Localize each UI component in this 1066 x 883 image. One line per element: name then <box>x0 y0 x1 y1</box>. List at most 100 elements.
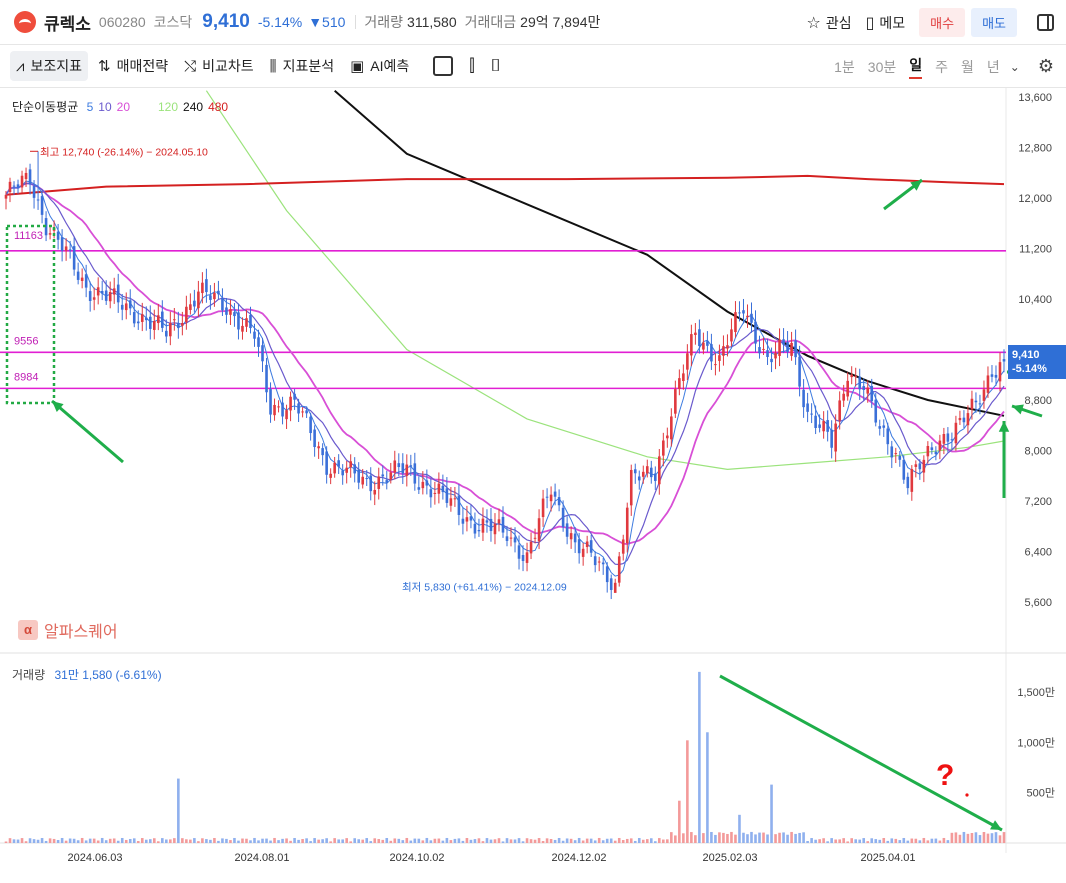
ai-forecast-button[interactable]: ▣ AI예측 <box>344 51 415 81</box>
stock-code: 060280 <box>98 14 146 30</box>
volume-bar <box>20 838 24 843</box>
period-week[interactable]: 주 <box>935 57 948 77</box>
strategy-button[interactable]: ⇅ 매매전략 <box>92 51 174 81</box>
candle-body <box>770 358 773 363</box>
candle-body <box>144 317 148 321</box>
candle-body <box>469 516 473 521</box>
volume-bar <box>862 838 866 843</box>
change-percent: -5.14% <box>257 14 303 30</box>
change-amount: ▼510 <box>308 14 346 30</box>
volume-bar <box>32 839 36 843</box>
volume-bar <box>281 838 284 843</box>
candle-body <box>658 456 661 485</box>
volume-bar <box>497 838 501 843</box>
candle-body <box>830 429 833 448</box>
volume-bar <box>237 840 240 843</box>
volume-bar <box>738 814 741 843</box>
candle-body <box>329 473 332 478</box>
analysis-label: 지표분석 <box>282 58 335 74</box>
candle-body <box>321 448 324 456</box>
volume-bar <box>217 840 220 843</box>
candle-body <box>718 355 721 361</box>
star-icon: ☆ <box>806 14 821 32</box>
volume-bar <box>906 840 910 843</box>
candle-body <box>393 460 397 473</box>
amount-label: 거래대금 <box>464 14 517 30</box>
candle-body <box>625 507 629 544</box>
level-label: 11163 <box>14 230 43 242</box>
volume-bar <box>898 840 902 843</box>
volume-bar <box>1002 832 1006 843</box>
period-30min[interactable]: 30분 <box>868 57 896 77</box>
volume-bar <box>698 671 701 843</box>
volume-bar <box>654 841 657 843</box>
buy-button[interactable]: 매수 <box>919 8 966 37</box>
volume-bar <box>189 839 192 843</box>
candle-body <box>189 304 192 310</box>
volume-bar <box>974 832 978 843</box>
candle-body <box>581 548 585 557</box>
candle-body <box>601 562 605 565</box>
x-tick-label: 2024.06.03 <box>67 852 122 864</box>
volume-bar <box>453 838 457 843</box>
ma-legend-item: 120 <box>158 100 179 114</box>
candle-body <box>76 271 80 280</box>
volume-bar <box>593 840 597 843</box>
memo-button[interactable]: ▯ 메모 <box>866 13 906 33</box>
volume-bar <box>309 841 312 843</box>
volume-bar <box>629 838 633 843</box>
indicator-icon: ⩘ <box>16 57 25 75</box>
period-year[interactable]: 년 <box>987 57 1000 77</box>
volume-bar <box>341 839 344 843</box>
x-tick-label: 2024.08.01 <box>234 852 289 864</box>
volume-bar <box>265 838 268 843</box>
candle-body <box>958 417 962 421</box>
candle-body <box>818 424 821 428</box>
chevron-down-icon[interactable]: ⌄ <box>1010 60 1020 74</box>
candle-body <box>838 400 841 421</box>
sell-button[interactable]: 매도 <box>971 8 1017 37</box>
volume-bar <box>60 837 64 843</box>
volume-bar <box>345 838 348 843</box>
candle-body <box>854 375 858 377</box>
camera-icon[interactable]: ⌷ <box>491 56 501 76</box>
volume-bar <box>533 839 537 843</box>
volume-bar <box>481 841 485 843</box>
volume-bar <box>794 833 797 843</box>
indicators-button[interactable]: ⩘ 보조지표 <box>10 51 88 81</box>
volume-bar <box>317 839 320 843</box>
volume-bar <box>726 833 729 843</box>
compare-button[interactable]: ⤭ 비교차트 <box>178 51 260 81</box>
candle-body <box>337 460 340 467</box>
candlestick-icon[interactable]: ⫿ <box>469 56 474 76</box>
volume-bar <box>501 841 505 843</box>
volume-bar <box>589 838 593 843</box>
volume-bar <box>894 838 898 843</box>
volume-bar <box>221 838 224 843</box>
volume-bar <box>758 832 761 843</box>
candle-body <box>20 175 24 188</box>
candle-body <box>894 453 898 455</box>
volume-bar <box>253 837 256 843</box>
candle-body <box>994 374 998 378</box>
watch-button[interactable]: ☆ 관심 <box>806 13 851 33</box>
candle-body <box>445 488 449 503</box>
gear-icon[interactable]: ⚙ <box>1038 56 1054 77</box>
side-panel-icon[interactable] <box>1037 14 1054 31</box>
period-day[interactable]: 일 <box>909 55 923 79</box>
volume-bar <box>886 840 890 843</box>
volume-bar <box>413 838 417 843</box>
candle-body <box>281 402 284 417</box>
y-tick-label: 10,400 <box>1018 294 1052 306</box>
square-icon[interactable] <box>433 56 454 76</box>
candle-body <box>666 435 669 439</box>
candle-body <box>493 523 497 535</box>
period-1min[interactable]: 1분 <box>834 57 855 77</box>
period-month[interactable]: 월 <box>961 57 974 77</box>
volume-bar <box>465 838 469 843</box>
volume-bar <box>734 834 737 843</box>
analysis-button[interactable]: ⫼ 지표분석 <box>264 51 340 81</box>
volume-bar <box>694 835 697 843</box>
market-name: 코스닥 <box>153 14 193 30</box>
price-chart[interactable]: 13,60012,80012,00011,20010,4009,6008,800… <box>0 88 1066 883</box>
